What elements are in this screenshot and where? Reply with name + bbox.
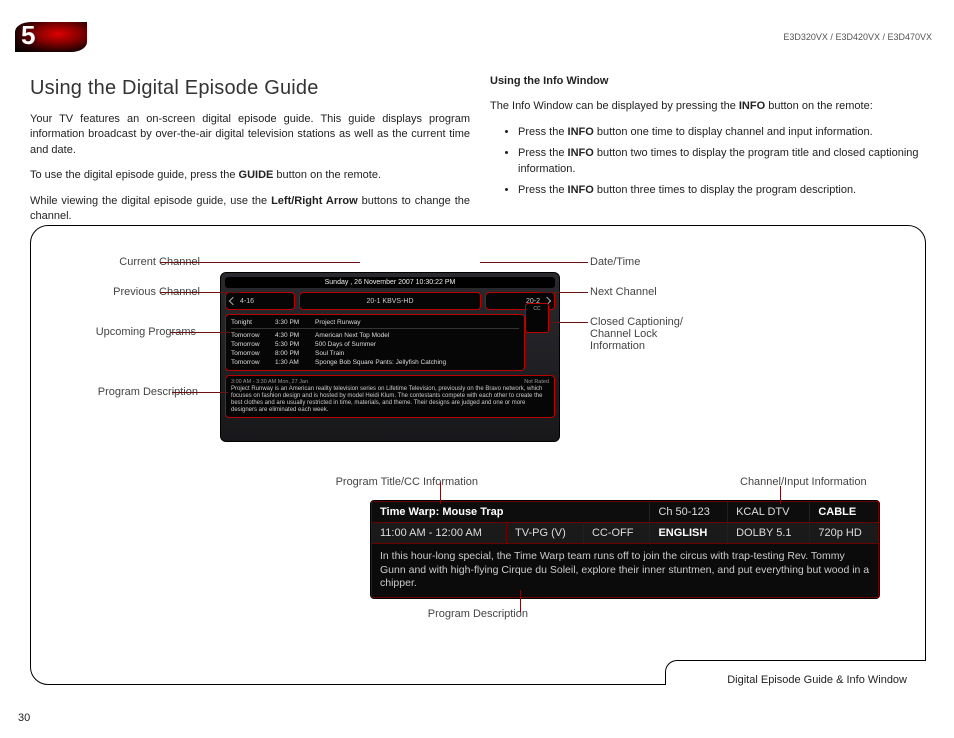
info-rating: TV-PG (V) [507,523,584,544]
callout-channel-input: Channel/Input Information [740,476,920,488]
info-description: In this hour-long special, the Time Warp… [371,544,879,598]
subheading-info-window: Using the Info Window [490,74,930,89]
page-number: 30 [18,712,30,724]
left-column: Using the Digital Episode Guide Your TV … [30,74,470,234]
info-bullet-2: Press the INFO button two times to displ… [518,146,930,177]
info-intro: The Info Window can be displayed by pres… [490,99,930,114]
callout-program-description-info: Program Description [368,608,528,620]
info-bullet-list: Press the INFO button one time to displa… [518,125,930,199]
guide-current-program: Tonight3:30 PMProject Runway [231,318,519,329]
guide-program-list: Tonight3:30 PMProject Runway Tomorrow4:3… [225,314,525,371]
guide-cc-lock-box: CC [525,303,549,333]
info-window-table: Time Warp: Mouse Trap Ch 50-123 KCAL DTV… [371,501,879,544]
info-title: Time Warp: Mouse Trap [372,502,650,523]
info-window-mock: Time Warp: Mouse Trap Ch 50-123 KCAL DTV… [370,500,880,599]
info-station: KCAL DTV [728,502,810,523]
guide-date-bar: Sunday , 26 November 2007 10:30:22 PM [225,277,555,288]
callout-title-cc: Program Title/CC Information [278,476,478,488]
chapter-number: 5 [21,20,35,51]
chapter-badge: 5 [15,22,87,52]
frame-caption: Digital Episode Guide & Info Window [721,674,907,686]
right-column: Using the Info Window The Info Window ca… [490,74,930,208]
info-source: CABLE [810,502,879,523]
section-title: Using the Digital Episode Guide [30,74,470,102]
para-intro: Your TV features an on-screen digital ep… [30,112,470,158]
guide-channel-row: 4-16 20-1 KBVS-HD 20-2 [225,292,555,310]
guide-current-channel: 20-1 KBVS-HD [299,292,481,310]
guide-description-box: 3:00 AM - 3:30 AM Mon, 27 JanNot Rated P… [225,375,555,418]
info-res: 720p HD [810,523,879,544]
callout-date-time: Date/Time [590,256,750,268]
info-time: 11:00 AM - 12:00 AM [372,523,507,544]
para-guide-button: To use the digital episode guide, press … [30,168,470,183]
info-bullet-3: Press the INFO button three times to dis… [518,183,930,198]
info-channel: Ch 50-123 [650,502,728,523]
para-arrow-buttons: While viewing the digital episode guide,… [30,194,470,225]
info-lang: ENGLISH [650,523,728,544]
episode-guide-mock: Sunday , 26 November 2007 10:30:22 PM 4-… [220,272,560,442]
guide-prev-channel: 4-16 [225,292,295,310]
info-cc: CC-OFF [583,523,649,544]
model-line: E3D320VX / E3D420VX / E3D470VX [783,32,932,42]
callout-next-channel: Next Channel [590,286,750,298]
info-bullet-1: Press the INFO button one time to displa… [518,125,930,140]
callout-cc-lock: Closed Captioning/ Channel Lock Informat… [590,316,750,352]
info-audio: DOLBY 5.1 [728,523,810,544]
